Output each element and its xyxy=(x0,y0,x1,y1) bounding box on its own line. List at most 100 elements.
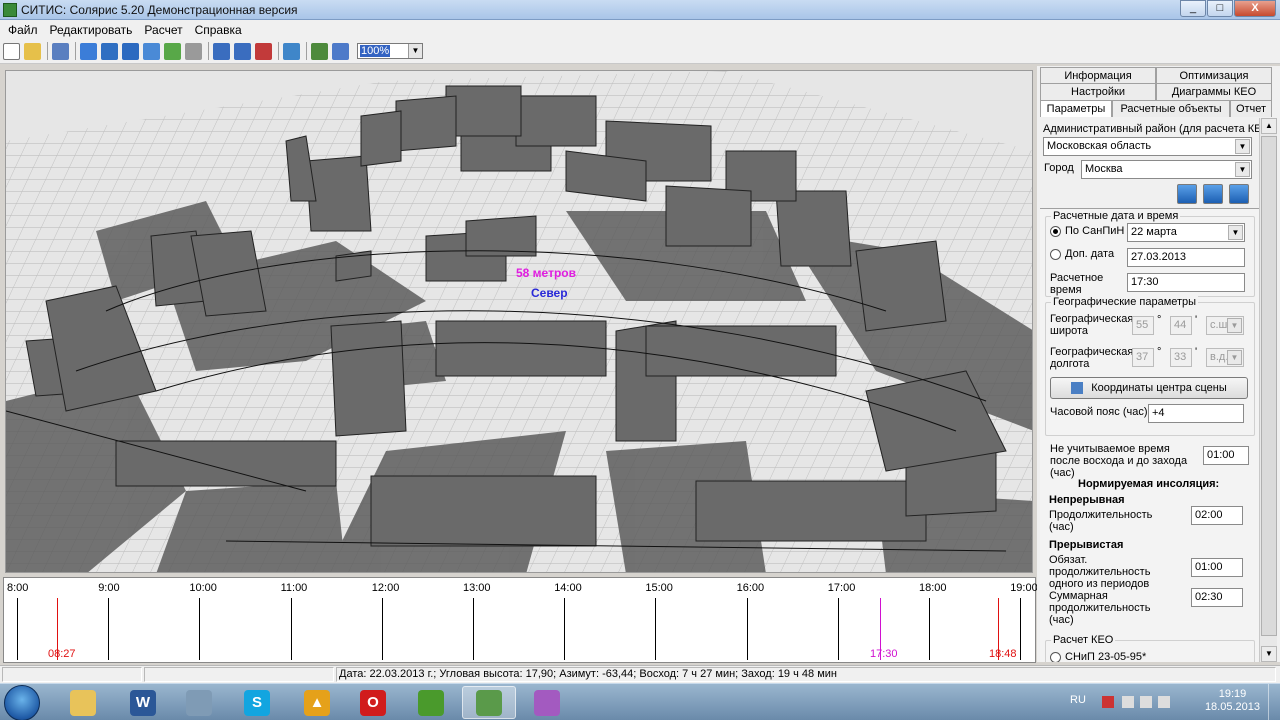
radio-sanpin[interactable] xyxy=(1050,226,1061,237)
sun-timeline[interactable]: 8:00 9:00 10:00 11:00 12:00 13:00 14:00 15:00 16… xyxy=(3,577,1038,663)
radio-extra-date-label: Доп. дата xyxy=(1065,248,1115,260)
calc-time-input[interactable]: 17:30 xyxy=(1127,273,1245,292)
timeline-hour-tick xyxy=(746,598,748,660)
flag-icon[interactable] xyxy=(1140,696,1152,708)
close-button[interactable]: X xyxy=(1234,0,1276,17)
timezone-label: Часовой пояс (час) xyxy=(1050,406,1148,418)
window-title: СИТИС: Солярис 5.20 Демонстрационная вер… xyxy=(21,2,298,17)
timeline-hour-label: 8:00 xyxy=(7,582,29,594)
timeline-hour-tick xyxy=(473,598,474,660)
start-button[interactable] xyxy=(4,685,40,720)
menu-file[interactable]: Файл xyxy=(2,23,44,37)
chart-y-icon[interactable] xyxy=(255,42,272,60)
timeline-hour-label: 14:00 xyxy=(554,582,582,594)
chevron-down-icon: ▼ xyxy=(408,44,422,58)
open-folder-icon[interactable] xyxy=(24,42,41,60)
region-select[interactable]: Московская область ▼ xyxy=(1043,137,1252,156)
menu-edit[interactable]: Редактировать xyxy=(44,23,139,37)
city-select[interactable]: Москва ▼ xyxy=(1081,160,1252,179)
tab-calc-objects[interactable]: Расчетные объекты xyxy=(1112,100,1230,117)
tab-report[interactable]: Отчет xyxy=(1230,100,1272,117)
load-icon[interactable] xyxy=(1177,184,1197,204)
add-building-icon[interactable] xyxy=(80,42,97,60)
menu-help[interactable]: Справка xyxy=(189,23,248,37)
network-icon[interactable] xyxy=(1122,696,1134,708)
volume-icon[interactable] xyxy=(1158,696,1170,708)
new-file-icon[interactable] xyxy=(3,42,20,60)
radio-keo-snip[interactable] xyxy=(1050,652,1061,662)
axis-icon[interactable] xyxy=(213,42,230,60)
run-calc-icon[interactable] xyxy=(164,42,181,60)
scroll-thumb[interactable] xyxy=(1261,136,1277,636)
calc-time-label: Расчетное время xyxy=(1050,272,1104,296)
language-indicator[interactable]: RU xyxy=(1070,694,1086,706)
minimize-button[interactable]: _ xyxy=(1180,0,1206,17)
clock[interactable]: 19:19 18.05.2013 xyxy=(1205,688,1260,714)
download-icon[interactable] xyxy=(283,42,300,60)
timezone-input[interactable]: +4 xyxy=(1148,404,1244,423)
taskbar-app[interactable]: W xyxy=(116,686,170,719)
timeline-hour-tick xyxy=(837,598,839,660)
timeline-hour-label: 16:00 xyxy=(736,582,765,594)
scene-3d-view[interactable]: 58 метров Север xyxy=(5,70,1033,573)
zoom-select[interactable]: 100% ▼ xyxy=(357,43,423,59)
angle-icon[interactable] xyxy=(234,42,251,60)
radio-extra-date[interactable] xyxy=(1050,249,1061,260)
taskbar-app[interactable]: O xyxy=(346,686,400,719)
longitude-dir-select[interactable]: в.д. ▼ xyxy=(1206,348,1244,367)
timeline-hour-label: 19:00 xyxy=(1010,582,1038,594)
save-icon[interactable] xyxy=(1203,184,1223,204)
stop-icon[interactable] xyxy=(185,42,202,60)
tab-info[interactable]: Информация xyxy=(1040,67,1156,84)
clock-time: 19:19 xyxy=(1218,688,1247,700)
sanpin-date-select[interactable]: 22 марта ▼ xyxy=(1127,223,1245,242)
scroll-down-icon[interactable]: ▼ xyxy=(1261,646,1277,662)
surface-icon[interactable] xyxy=(143,42,160,60)
scene-label-distance: 58 метров xyxy=(516,266,576,280)
extra-date-input[interactable]: 27.03.2013 xyxy=(1127,248,1245,267)
scene-settings-icon[interactable] xyxy=(332,42,349,60)
scene-center-button[interactable]: Координаты центра сцены xyxy=(1050,377,1248,399)
latitude-deg-input[interactable]: 55 xyxy=(1132,316,1154,335)
taskbar-app[interactable] xyxy=(404,686,458,719)
intermittent-total-input[interactable]: 02:30 xyxy=(1191,588,1243,607)
word-icon: W xyxy=(130,689,156,716)
ignore-time-input[interactable]: 01:00 xyxy=(1203,446,1249,465)
tab-keo-diagrams[interactable]: Диаграммы КЕО xyxy=(1156,83,1272,100)
scene-canvas: 58 метров Север xyxy=(6,71,1032,572)
latitude-min-input[interactable]: 44 xyxy=(1170,316,1192,335)
timeline-hour-tick xyxy=(1020,598,1022,660)
status-text: Дата: 22.03.2013 г.; Угловая высота: 17,… xyxy=(336,667,1276,682)
scene-view-icon[interactable] xyxy=(311,42,328,60)
min-symbol: ' xyxy=(1195,314,1198,326)
panel-scrollbar[interactable]: ▲ ▼ xyxy=(1259,118,1277,662)
object-icon[interactable] xyxy=(122,42,139,60)
chevron-down-icon: ▼ xyxy=(1228,225,1243,240)
longitude-deg-input[interactable]: 37 xyxy=(1132,348,1154,367)
maximize-button[interactable]: □ xyxy=(1207,0,1233,17)
tab-optimization[interactable]: Оптимизация xyxy=(1156,67,1272,84)
toolbar-separator xyxy=(75,42,76,60)
keo-group-caption: Расчет КЕО xyxy=(1051,634,1116,646)
taskbar-app[interactable] xyxy=(56,686,110,719)
scroll-up-icon[interactable]: ▲ xyxy=(1261,118,1277,134)
longitude-min-input[interactable]: 33 xyxy=(1170,348,1192,367)
edit-icon[interactable] xyxy=(52,42,69,60)
intermittent-required-input[interactable]: 01:00 xyxy=(1191,558,1243,577)
taskbar-app[interactable] xyxy=(172,686,226,719)
taskbar-app[interactable]: ▲ xyxy=(290,686,344,719)
taskbar-app[interactable] xyxy=(462,686,516,719)
tray-app-icon[interactable] xyxy=(1102,696,1114,708)
export-icon[interactable] xyxy=(1229,184,1249,204)
continuous-duration-input[interactable]: 02:00 xyxy=(1191,506,1243,525)
tab-settings[interactable]: Настройки xyxy=(1040,83,1156,100)
city-label: Город xyxy=(1044,162,1074,174)
taskbar-app[interactable]: S xyxy=(230,686,284,719)
tab-parameters[interactable]: Параметры xyxy=(1040,100,1112,117)
latitude-dir-select[interactable]: с.ш. ▼ xyxy=(1206,316,1244,335)
building-group-icon[interactable] xyxy=(101,42,118,60)
title-bar: СИТИС: Солярис 5.20 Демонстрационная вер… xyxy=(0,0,1280,20)
taskbar-app[interactable] xyxy=(520,686,574,719)
menu-calc[interactable]: Расчет xyxy=(138,23,188,37)
show-desktop-button[interactable] xyxy=(1268,684,1280,720)
